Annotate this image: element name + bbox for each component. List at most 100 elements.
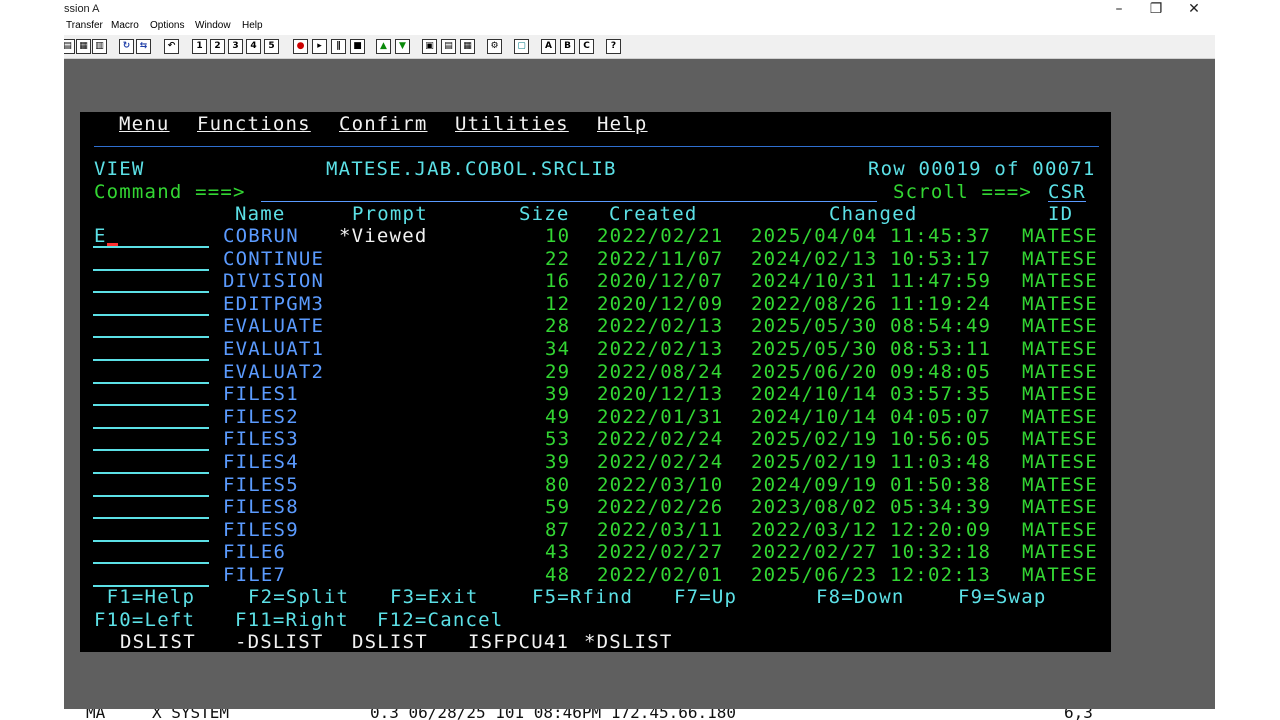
minimize-icon[interactable]: –	[1100, 0, 1138, 19]
member-size: 39	[545, 451, 571, 473]
restore-icon[interactable]: ❐	[1137, 0, 1175, 19]
line-command-input[interactable]: E	[94, 225, 107, 247]
member-prompt: *Viewed	[339, 225, 428, 247]
swap-dslist-2[interactable]: -DSLIST	[235, 631, 323, 652]
session-icon[interactable]: ▤	[441, 39, 456, 54]
button-c-icon[interactable]: C	[579, 39, 594, 54]
pf-f3[interactable]: F3=Exit	[390, 586, 478, 608]
macro-4-icon[interactable]: 4	[246, 39, 261, 54]
pf-f11[interactable]: F11=Right	[235, 609, 349, 631]
paste-icon[interactable]: ▦	[76, 39, 91, 54]
refresh-icon[interactable]: ↻	[119, 39, 134, 54]
line-command-field[interactable]	[93, 269, 209, 271]
scroll-label: Scroll ===>	[893, 181, 1033, 203]
member-changed: 2025/05/30 08:53:11	[751, 338, 992, 360]
member-changed: 2025/02/19 10:56:05	[751, 428, 992, 450]
swap-dslist-active[interactable]: *DSLIST	[584, 631, 672, 652]
line-command-field[interactable]	[93, 291, 209, 293]
member-name[interactable]: FILE7	[223, 564, 286, 586]
monitor-icon[interactable]: ▢	[514, 39, 529, 54]
menu-transfer[interactable]: Transfer	[66, 20, 103, 31]
send-up-icon[interactable]: ▲	[376, 39, 391, 54]
display-icon[interactable]: ▣	[422, 39, 437, 54]
menu-macro[interactable]: Macro	[111, 20, 139, 31]
settings-icon[interactable]: ⚙	[487, 39, 502, 54]
macro-1-icon[interactable]: 1	[192, 39, 207, 54]
line-command-field[interactable]	[93, 359, 209, 361]
line-command-field[interactable]	[93, 382, 209, 384]
action-confirm[interactable]: Confirm	[339, 113, 427, 135]
macro-5-icon[interactable]: 5	[264, 39, 279, 54]
member-changed: 2025/06/23 12:02:13	[751, 564, 992, 586]
print-icon[interactable]: ▥	[92, 39, 107, 54]
status-session: MA	[86, 709, 106, 720]
pf-f9[interactable]: F9=Swap	[958, 586, 1046, 608]
keyboard-icon[interactable]: ▦	[460, 39, 475, 54]
member-name[interactable]: FILES8	[223, 496, 299, 518]
line-command-field[interactable]	[93, 562, 209, 564]
member-name[interactable]: EVALUATE	[223, 315, 324, 337]
member-name[interactable]: EVALUAT1	[223, 338, 324, 360]
pf-f12[interactable]: F12=Cancel	[377, 609, 503, 631]
stop-icon[interactable]: ■	[350, 39, 365, 54]
member-name[interactable]: FILE6	[223, 541, 286, 563]
line-command-field[interactable]	[93, 336, 209, 338]
line-command-field[interactable]	[93, 472, 209, 474]
swap-dslist-3[interactable]: DSLIST	[352, 631, 428, 652]
action-help[interactable]: Help	[597, 113, 648, 135]
close-icon[interactable]: ✕	[1175, 0, 1213, 19]
play-icon[interactable]: ▸	[312, 39, 327, 54]
ispf-screen[interactable]: Menu Functions Confirm Utilities Help VI…	[80, 112, 1111, 652]
button-b-icon[interactable]: B	[560, 39, 575, 54]
macro-3-icon[interactable]: 3	[228, 39, 243, 54]
swap-dslist-1[interactable]: DSLIST	[120, 631, 196, 652]
pause-icon[interactable]: ∥	[331, 39, 346, 54]
line-command-field[interactable]	[93, 517, 209, 519]
pf-f8[interactable]: F8=Down	[816, 586, 904, 608]
member-name[interactable]: CONTINUE	[223, 248, 324, 270]
undo-icon[interactable]: ↶	[164, 39, 179, 54]
record-icon[interactable]: ●	[293, 39, 308, 54]
menu-window[interactable]: Window	[195, 20, 231, 31]
member-name[interactable]: FILES1	[223, 383, 299, 405]
member-name[interactable]: FILES2	[223, 406, 299, 428]
line-command-field[interactable]	[93, 314, 209, 316]
button-a-icon[interactable]: A	[541, 39, 556, 54]
menu-options[interactable]: Options	[150, 20, 184, 31]
member-name[interactable]: DIVISION	[223, 270, 324, 292]
member-id: MATESE	[1022, 451, 1098, 473]
line-command-field[interactable]	[93, 427, 209, 429]
scroll-input[interactable]: CSR	[1048, 181, 1086, 203]
action-functions[interactable]: Functions	[197, 113, 311, 135]
line-command-field[interactable]	[93, 449, 209, 451]
pf-f7[interactable]: F7=Up	[674, 586, 737, 608]
line-command-field[interactable]	[93, 495, 209, 497]
help-icon[interactable]: ?	[606, 39, 621, 54]
pf-f10[interactable]: F10=Left	[94, 609, 195, 631]
member-created: 2022/02/13	[597, 338, 724, 360]
line-command-field[interactable]	[93, 540, 209, 542]
line-command-field[interactable]	[93, 246, 209, 248]
pf-f5[interactable]: F5=Rfind	[532, 586, 633, 608]
menu-help[interactable]: Help	[242, 20, 263, 31]
title-bar: ssion A – ❐ ✕	[64, 0, 1215, 19]
line-command-field[interactable]	[93, 404, 209, 406]
member-name[interactable]: FILES9	[223, 519, 299, 541]
action-menu[interactable]: Menu	[119, 113, 170, 135]
pf-f1[interactable]: F1=Help	[94, 586, 195, 608]
copy-icon[interactable]: ▤	[64, 39, 75, 54]
receive-down-icon[interactable]: ▼	[395, 39, 410, 54]
member-name[interactable]: FILES5	[223, 474, 299, 496]
macro-2-icon[interactable]: 2	[210, 39, 225, 54]
send-file-icon[interactable]: ⇆	[136, 39, 151, 54]
member-name[interactable]: FILES3	[223, 428, 299, 450]
action-utilities[interactable]: Utilities	[455, 113, 569, 135]
member-name[interactable]: EVALUAT2	[223, 361, 324, 383]
member-name[interactable]: COBRUN	[223, 225, 299, 247]
command-input[interactable]	[261, 181, 877, 202]
swap-isfpcu41[interactable]: ISFPCU41	[468, 631, 569, 652]
member-name[interactable]: FILES4	[223, 451, 299, 473]
member-name[interactable]: EDITPGM3	[223, 293, 324, 315]
pf-f2[interactable]: F2=Split	[248, 586, 349, 608]
member-created: 2022/02/21	[597, 225, 724, 247]
